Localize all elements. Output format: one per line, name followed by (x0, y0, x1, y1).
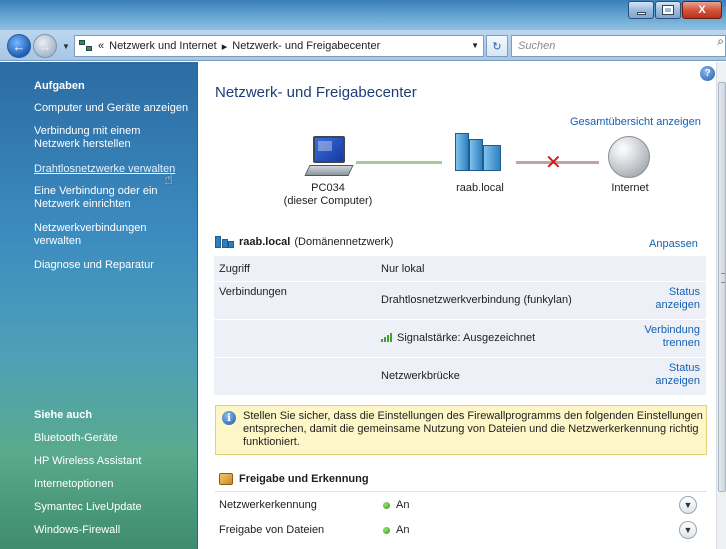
breadcrumb-item-netzwerk-und-internet[interactable]: Netzwerk und Internet (109, 40, 217, 52)
sidebar-item-verbindung-herstellen[interactable]: Verbindung mit einem Netzwerk herstellen (34, 125, 164, 151)
minimize-button[interactable] (628, 1, 654, 19)
connection-bridge-row: Netzwerkbrücke Status anzeigen (214, 357, 706, 395)
breadcrumb-item-freigabecenter[interactable]: Netzwerk- und Freigabecenter (232, 40, 380, 52)
status-on-icon (383, 526, 390, 534)
sidebar-see-also-heading: Siehe auch (34, 409, 93, 421)
file-sharing-label: Freigabe von Dateien (219, 524, 325, 536)
signal-strength: Signalstärke: Ausgezeichnet (381, 332, 535, 344)
sidebar-item-computer-und-geraete[interactable]: Computer und Geräte anzeigen (34, 102, 194, 115)
sidebar-item-diagnose-und-reparatur[interactable]: Diagnose und Reparatur (34, 259, 194, 272)
scroll-grip-icon (721, 273, 725, 283)
network-discovery-status: An (383, 499, 409, 511)
signal-strength-text: Signalstärke: Ausgezeichnet (397, 332, 536, 344)
computer-icon (304, 136, 354, 178)
connections-label: Verbindungen (219, 286, 287, 298)
sidebar-item-windows-firewall[interactable]: Windows-Firewall (34, 524, 194, 537)
wireless-connection-name: Drahtlosnetzwerkverbindung (funkylan) (381, 294, 572, 306)
refresh-button[interactable]: ↻ (486, 35, 508, 57)
access-value: Nur lokal (381, 263, 425, 275)
breadcrumb-separator-icon[interactable]: ▸ (222, 40, 228, 53)
arrow-left-icon: ← (12, 38, 26, 54)
sidebar-item-hp-wireless-assistant[interactable]: HP Wireless Assistant (34, 455, 194, 468)
expand-file-sharing-button[interactable]: ▼ (679, 521, 697, 539)
address-dropdown-icon[interactable]: ▼ (471, 41, 479, 50)
maximize-button[interactable] (655, 1, 681, 19)
sidebar-item-verbindung-einrichten[interactable]: Eine Verbindung oder ein Netzwerk einric… (34, 185, 169, 211)
minimize-icon (636, 11, 646, 15)
full-map-link[interactable]: Gesamtübersicht anzeigen (570, 116, 701, 128)
network-discovery-value: An (396, 499, 410, 511)
disconnected-x-icon[interactable]: ✕ (545, 150, 562, 175)
page-title: Netzwerk- und Freigabecenter (215, 84, 417, 101)
network-folder-icon (79, 39, 93, 53)
maximize-icon (662, 5, 674, 15)
expand-network-discovery-button[interactable]: ▼ (679, 496, 697, 514)
sidebar-item-internetoptionen[interactable]: Internetoptionen (34, 478, 194, 491)
search-placeholder: Suchen (518, 40, 556, 52)
network-heading: raab.local (Domänennetzwerk) (215, 236, 393, 248)
wireless-status-link[interactable]: Status anzeigen (650, 286, 700, 312)
firewall-info-bar: i Stellen Sie sicher, dass die Einstellu… (215, 405, 707, 455)
sidebar-item-symantec-liveupdate[interactable]: Symantec LiveUpdate (34, 501, 194, 514)
search-icon[interactable]: ⌕ (717, 34, 724, 49)
computer-sub: (dieser Computer) (283, 195, 373, 207)
domain-network-icon (455, 133, 503, 173)
connection-wireless-row: Verbindungen Drahtlosnetzwerkverbindung … (214, 281, 706, 319)
title-bar: X (0, 0, 726, 30)
sidebar-item-bluetooth-geraete[interactable]: Bluetooth-Geräte (34, 432, 194, 445)
connection-line-computer-network (356, 161, 442, 164)
sharing-divider (215, 491, 707, 492)
computer-name: PC034 (311, 182, 345, 194)
disconnect-link[interactable]: Verbindung trennen (626, 324, 700, 350)
bridge-status-link[interactable]: Status anzeigen (650, 362, 700, 388)
file-sharing-row: Freigabe von Dateien An ▼ (215, 518, 707, 543)
network-name: raab.local (239, 236, 291, 248)
forward-button[interactable]: → (33, 34, 57, 58)
sharing-icon (219, 473, 233, 485)
info-icon: i (222, 411, 236, 425)
network-server-icon (215, 236, 235, 248)
internet-globe-icon (608, 136, 650, 178)
sidebar-tasks-heading: Aufgaben (34, 80, 85, 92)
refresh-icon: ↻ (492, 40, 502, 53)
network-type: (Domänennetzwerk) (294, 236, 394, 248)
breadcrumb-overflow[interactable]: « (98, 40, 104, 52)
bridge-connection-name: Netzwerkbrücke (381, 370, 460, 382)
caption-buttons: X (628, 1, 722, 19)
status-on-icon (383, 501, 390, 509)
computer-label: PC034 (dieser Computer) (278, 182, 378, 208)
back-button[interactable]: ← (7, 34, 31, 58)
network-details-table: Zugriff Nur lokal Verbindungen Drahtlosn… (214, 255, 706, 395)
help-icon[interactable]: ? (700, 66, 715, 81)
file-sharing-value: An (396, 524, 410, 536)
history-dropdown-icon[interactable]: ▼ (62, 42, 70, 51)
file-sharing-status: An (383, 524, 409, 536)
arrow-right-icon: → (38, 38, 52, 54)
access-row: Zugriff Nur lokal (214, 255, 706, 281)
customize-link[interactable]: Anpassen (649, 238, 698, 250)
access-label: Zugriff (219, 263, 250, 275)
sharing-heading: Freigabe und Erkennung (219, 473, 369, 485)
network-map-label: raab.local (456, 182, 504, 194)
sharing-heading-text: Freigabe und Erkennung (239, 473, 369, 485)
firewall-info-text: Stellen Sie sicher, dass die Einstellung… (243, 410, 703, 448)
scrollbar-thumb[interactable] (718, 82, 726, 492)
navigation-bar: ← → ▼ « Netzwerk und Internet ▸ Netzwerk… (0, 30, 726, 61)
signal-row: Signalstärke: Ausgezeichnet Verbindung t… (214, 319, 706, 357)
network-discovery-row: Netzwerkerkennung An ▼ (215, 493, 707, 518)
close-button[interactable]: X (682, 1, 722, 19)
signal-strength-icon (381, 333, 395, 342)
search-input[interactable]: Suchen (511, 35, 726, 57)
network-discovery-label: Netzwerkerkennung (219, 499, 317, 511)
address-bar[interactable]: « Netzwerk und Internet ▸ Netzwerk- und … (74, 35, 484, 57)
sidebar-item-netzwerkverbindungen-verwalten[interactable]: Netzwerkverbindungen verwalten (34, 222, 164, 248)
vertical-scrollbar[interactable] (716, 62, 726, 549)
internet-label: Internet (611, 182, 649, 194)
